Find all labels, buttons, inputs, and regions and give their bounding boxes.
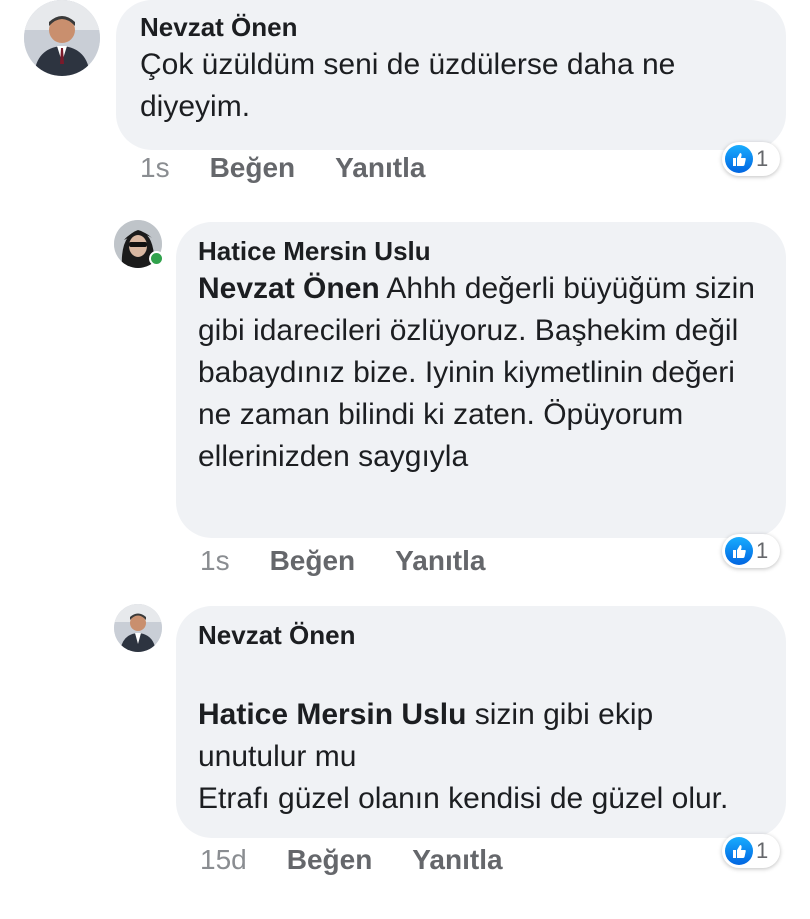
like-button[interactable]: Beğen [210, 152, 296, 184]
comment-time[interactable]: 1s [140, 152, 170, 184]
reply-button[interactable]: Yanıtla [335, 152, 425, 184]
comment-actions: 1s Beğen Yanıtla [140, 152, 425, 184]
reaction-count: 1 [756, 538, 769, 563]
comment-text: Hatice Mersin Uslu sizin gibi ekip unutu… [198, 652, 764, 820]
reaction-summary[interactable]: 1 [722, 534, 780, 568]
reaction-summary[interactable]: 1 [722, 142, 780, 176]
reaction-count: 1 [756, 838, 769, 863]
online-status-dot [149, 251, 164, 266]
comment-actions: 15d Beğen Yanıtla [200, 844, 503, 876]
like-icon [725, 537, 753, 565]
like-icon [725, 145, 753, 173]
comment-actions: 1s Beğen Yanıtla [200, 545, 485, 577]
reply-button[interactable]: Yanıtla [395, 545, 485, 577]
reaction-count: 1 [756, 146, 769, 171]
comment-text: Çok üzüldüm seni de üzdülerse daha ne di… [140, 44, 762, 128]
like-button[interactable]: Beğen [270, 545, 356, 577]
avatar-image [114, 604, 162, 652]
like-icon [725, 837, 753, 865]
reply-button[interactable]: Yanıtla [412, 844, 502, 876]
comment-text: Nevzat Önen Ahhh değerli büyüğüm sizin g… [198, 268, 764, 478]
comment-bubble: Hatice Mersin Uslu Nevzat Önen Ahhh değe… [176, 222, 786, 538]
comment-time[interactable]: 15d [200, 844, 247, 876]
comment-body: Çok üzüldüm seni de üzdülerse daha ne di… [140, 48, 676, 123]
comment-author[interactable]: Nevzat Önen [198, 618, 764, 652]
comment-author[interactable]: Nevzat Önen [140, 10, 762, 44]
comment-author[interactable]: Hatice Mersin Uslu [198, 234, 764, 268]
avatar[interactable] [24, 0, 100, 76]
mention-link[interactable]: Hatice Mersin Uslu [198, 698, 466, 731]
mention-link[interactable]: Nevzat Önen [198, 272, 380, 305]
reaction-summary[interactable]: 1 [722, 834, 780, 868]
comment-time[interactable]: 1s [200, 545, 230, 577]
like-button[interactable]: Beğen [287, 844, 373, 876]
comment-bubble: Nevzat Önen Hatice Mersin Uslu sizin gib… [176, 606, 786, 838]
avatar[interactable] [114, 604, 162, 652]
comment-bubble: Nevzat Önen Çok üzüldüm seni de üzdülers… [116, 0, 786, 150]
avatar-image [24, 0, 100, 76]
